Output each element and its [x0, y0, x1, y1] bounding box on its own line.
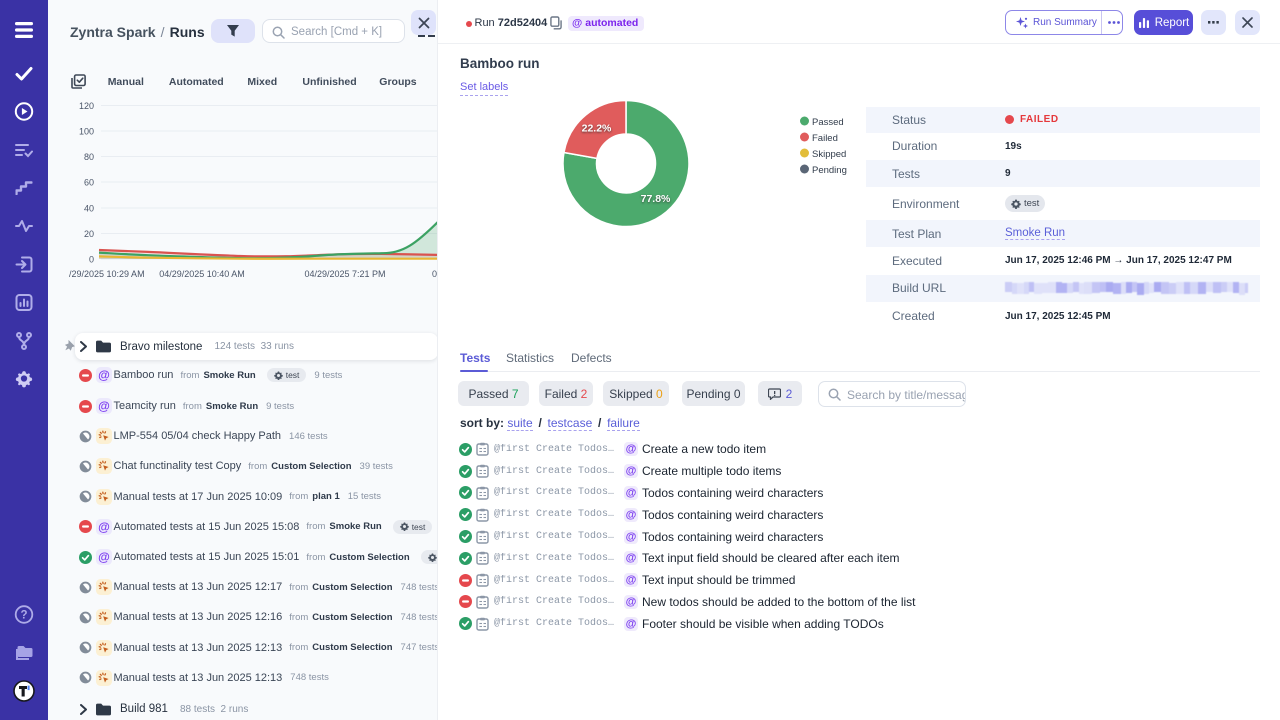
- svg-text:Failed: Failed: [812, 133, 838, 144]
- svg-text:Skipped: Skipped: [812, 149, 846, 160]
- svg-text:20: 20: [84, 229, 94, 239]
- svg-text:22.2%: 22.2%: [582, 123, 612, 135]
- svg-text:?: ?: [20, 610, 27, 622]
- svg-text:0: 0: [89, 255, 94, 265]
- svg-text:80: 80: [84, 152, 94, 162]
- svg-text:04/29/2025 10:40 AM: 04/29/2025 10:40 AM: [159, 269, 245, 279]
- svg-text:Passed: Passed: [812, 117, 844, 128]
- svg-text:77.8%: 77.8%: [641, 193, 671, 205]
- svg-text:100: 100: [79, 127, 94, 137]
- svg-text:60: 60: [84, 178, 94, 188]
- svg-text:/29/2025 10:29 AM: /29/2025 10:29 AM: [69, 269, 145, 279]
- svg-text:120: 120: [79, 101, 94, 111]
- svg-text:04/29/2025 7:21 PM: 04/29/2025 7:21 PM: [304, 269, 385, 279]
- svg-text:40: 40: [84, 204, 94, 214]
- svg-text:Pending: Pending: [812, 165, 847, 176]
